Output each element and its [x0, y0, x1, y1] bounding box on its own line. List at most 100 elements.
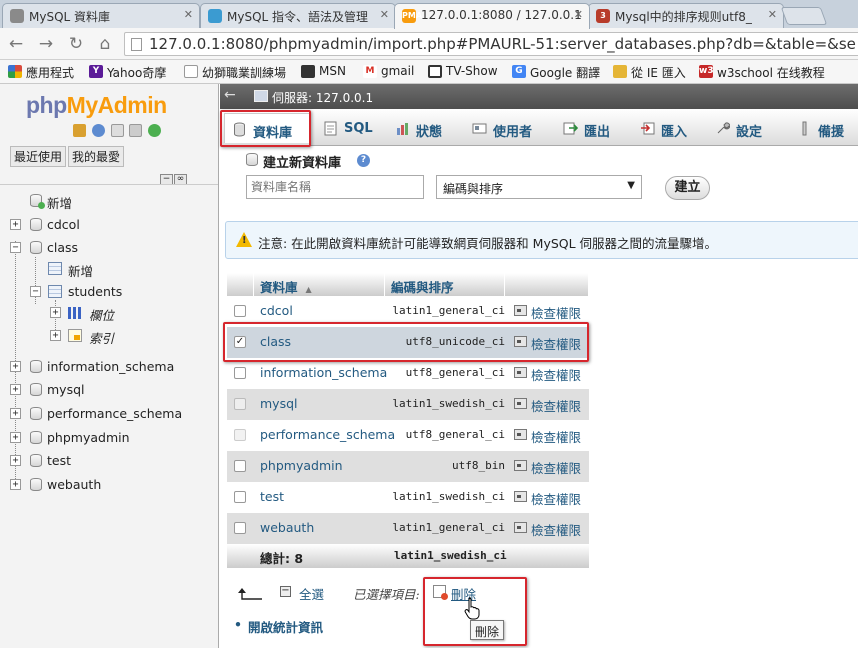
- expand-icon[interactable]: +: [10, 408, 21, 419]
- row-checkbox[interactable]: [234, 491, 246, 503]
- expand-icon[interactable]: +: [10, 455, 21, 466]
- bookmark-w3school[interactable]: w3 w3school 在线教程: [699, 64, 825, 81]
- bookmark-gmail[interactable]: Mgmail: [363, 64, 414, 78]
- enable-statistics-link[interactable]: 開啟統計資訊: [234, 617, 323, 636]
- bookmark-tvshow[interactable]: TV-Show: [428, 64, 498, 78]
- expand-icon[interactable]: +: [50, 307, 61, 318]
- database-name-input[interactable]: [246, 175, 424, 199]
- reload-icon[interactable]: [148, 124, 162, 137]
- check-privileges-link[interactable]: 檢查權限: [513, 520, 581, 539]
- help-icon[interactable]: ?: [357, 154, 370, 167]
- database-link[interactable]: cdcol: [260, 303, 293, 318]
- expand-icon[interactable]: +: [10, 432, 21, 443]
- tree-controls: − ∞: [160, 170, 188, 185]
- expand-icon[interactable]: +: [10, 384, 21, 395]
- header-collation[interactable]: 編碼與排序: [385, 273, 505, 296]
- folder-icon: [613, 65, 627, 78]
- home-icon[interactable]: [73, 124, 86, 137]
- collation-value: latin1_general_ci: [392, 521, 505, 534]
- reload-icon[interactable]: ↻: [66, 34, 86, 54]
- row-checkbox[interactable]: [234, 460, 246, 472]
- row-checkbox[interactable]: [234, 367, 246, 379]
- row-checkbox[interactable]: [234, 398, 246, 410]
- collapse-icon[interactable]: −: [30, 286, 41, 297]
- database-icon: [30, 431, 42, 444]
- row-checkbox[interactable]: [234, 305, 246, 317]
- bookmark-training[interactable]: 幼獅職業訓練場: [184, 64, 286, 81]
- tab-favorites[interactable]: 我的最愛: [68, 146, 125, 167]
- page-icon: [184, 65, 198, 78]
- database-link[interactable]: webauth: [260, 520, 314, 535]
- back-arrow-icon[interactable]: ←: [6, 34, 26, 54]
- database-link[interactable]: information_schema: [260, 365, 387, 380]
- tab-sql[interactable]: SQL: [316, 113, 373, 143]
- tab-import[interactable]: 匯入: [633, 113, 687, 143]
- new-tab-button[interactable]: [780, 7, 828, 25]
- bookmark-apps[interactable]: 應用程式: [8, 64, 74, 81]
- home-icon[interactable]: ⌂: [95, 34, 115, 54]
- collapse-panel-icon[interactable]: ←: [224, 87, 240, 105]
- phpmyadmin-logo[interactable]: phpMyAdmin: [26, 92, 167, 119]
- row-checkbox[interactable]: [234, 429, 246, 441]
- check-privileges-link[interactable]: 檢查權限: [513, 396, 581, 415]
- browser-tab-mysql-commands[interactable]: MySQL 指令、語法及管理 ✕: [200, 3, 396, 28]
- address-bar[interactable]: 127.0.0.1:8080/phpmyadmin/import.php#PMA…: [124, 32, 858, 56]
- browser-tab-mysql-db[interactable]: MySQL 資料庫 ✕: [2, 3, 200, 28]
- expand-icon[interactable]: +: [10, 361, 21, 372]
- header-database[interactable]: 資料庫 ▲: [254, 273, 385, 296]
- forward-arrow-icon[interactable]: →: [36, 34, 56, 54]
- tab-recent[interactable]: 最近使用: [10, 146, 67, 167]
- docs-icon[interactable]: [110, 124, 124, 137]
- check-privileges-link[interactable]: 檢查權限: [513, 303, 581, 322]
- bookmark-ie-import[interactable]: 從 IE 匯入: [613, 64, 686, 81]
- bookmarks-bar: 應用程式 Y Yahoo奇摩 幼獅職業訓練場 MSN Mgmail TV-Show…: [0, 60, 858, 84]
- expand-icon[interactable]: +: [50, 330, 61, 341]
- select-all-link[interactable]: 全選: [299, 584, 324, 603]
- browser-tab-phpmyadmin[interactable]: PMA 127.0.0.1:8080 / 127.0.0.1 ✕: [394, 3, 590, 29]
- browser-tab-mysql-collation[interactable]: 3 Mysql中的排序规则utf8_ ✕: [588, 3, 784, 28]
- check-privileges-link[interactable]: 檢查權限: [513, 489, 581, 508]
- expand-icon[interactable]: +: [10, 479, 21, 490]
- database-link[interactable]: test: [260, 489, 284, 504]
- privileges-icon: [514, 367, 527, 378]
- bookmark-google-translate[interactable]: G Google 翻譯: [512, 64, 600, 81]
- bookmark-msn[interactable]: MSN: [301, 64, 346, 78]
- collation-value: latin1_swedish_ci: [392, 490, 505, 503]
- bookmark-yahoo[interactable]: Y Yahoo奇摩: [89, 64, 166, 81]
- check-privileges-link[interactable]: 檢查權限: [513, 427, 581, 446]
- expand-icon[interactable]: +: [10, 219, 21, 230]
- close-icon[interactable]: ✕: [574, 8, 583, 21]
- new-database-icon: [30, 194, 45, 209]
- help-icon[interactable]: [91, 124, 105, 137]
- sort-asc-icon: ▲: [305, 285, 312, 294]
- close-icon[interactable]: ✕: [768, 8, 777, 21]
- check-privileges-link[interactable]: 檢查權限: [513, 458, 581, 477]
- row-checkbox[interactable]: [234, 522, 246, 534]
- server-breadcrumb: ← 伺服器: 127.0.0.1: [220, 84, 858, 109]
- database-link[interactable]: mysql: [260, 396, 298, 411]
- tab-title: Mysql中的排序规则utf8_: [615, 10, 752, 24]
- privileges-icon: [514, 398, 527, 409]
- close-icon[interactable]: ✕: [380, 8, 389, 21]
- browser-toolbar: ← → ↻ ⌂ 127.0.0.1:8080/phpmyadmin/import…: [0, 28, 858, 60]
- collapse-icon[interactable]: −: [10, 242, 21, 253]
- table-row: performance_schema utf8_general_ci 檢查權限: [227, 420, 589, 451]
- highlight-databases-tab: [220, 110, 311, 147]
- header-actions: [505, 273, 589, 296]
- database-link[interactable]: phpmyadmin: [260, 458, 343, 473]
- server-label[interactable]: 伺服器: 127.0.0.1: [272, 89, 373, 106]
- tab-replication[interactable]: 備援: [790, 113, 844, 143]
- collation-select[interactable]: 編碼與排序 ▼: [436, 175, 642, 199]
- tab-users[interactable]: 使用者: [465, 113, 532, 143]
- check-privileges-link[interactable]: 檢查權限: [513, 365, 581, 384]
- database-icon: [30, 454, 42, 467]
- database-link[interactable]: performance_schema: [260, 427, 395, 442]
- tab-settings[interactable]: 設定: [708, 113, 762, 143]
- tab-export[interactable]: 匯出: [556, 113, 610, 143]
- settings-icon[interactable]: [129, 124, 143, 137]
- create-button[interactable]: 建立: [665, 176, 710, 200]
- close-icon[interactable]: ✕: [184, 8, 193, 21]
- collation-value: utf8_general_ci: [405, 366, 505, 379]
- collation-value: latin1_swedish_ci: [392, 397, 505, 410]
- tab-status[interactable]: 狀態: [388, 113, 442, 143]
